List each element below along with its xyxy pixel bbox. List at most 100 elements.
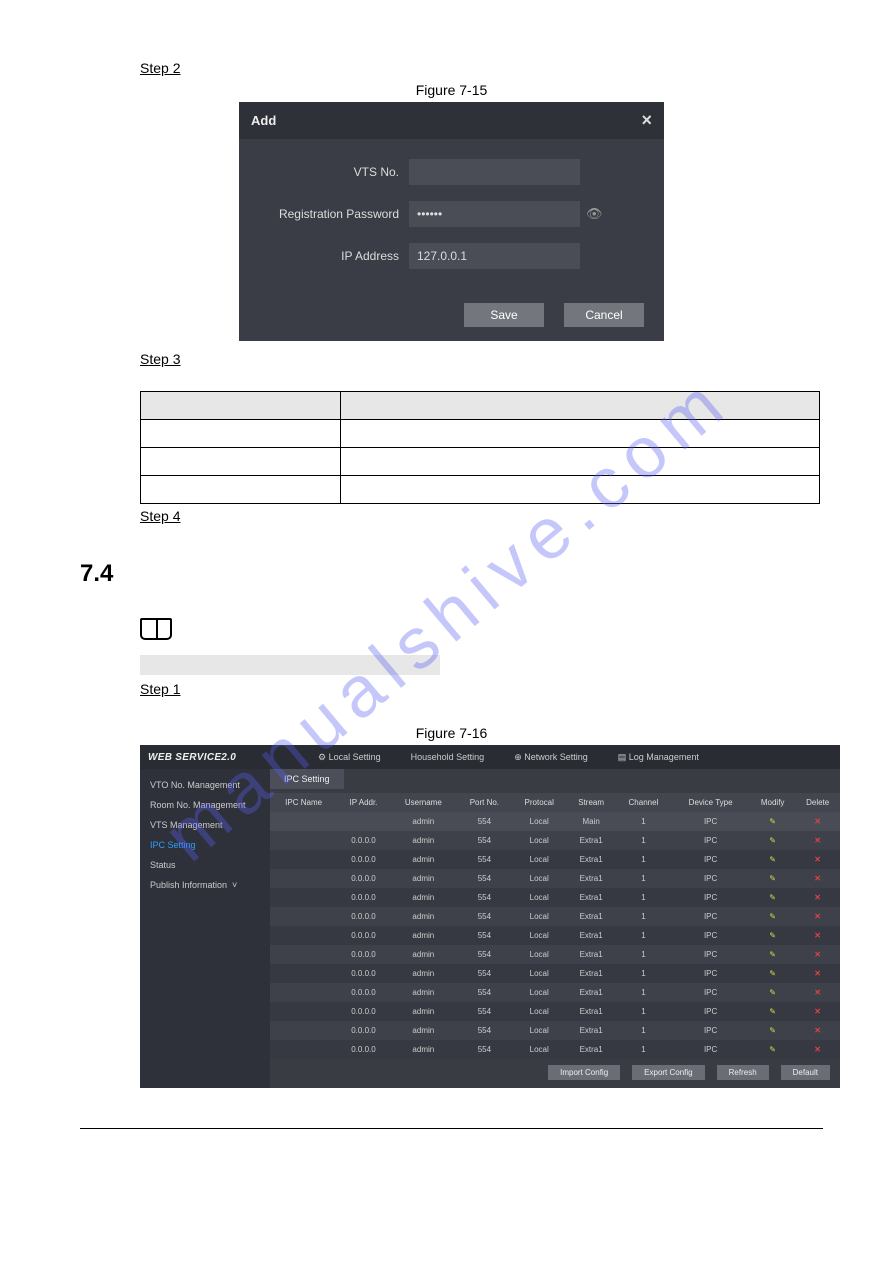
sidebar-ipc-setting[interactable]: IPC Setting: [140, 835, 270, 855]
ipc-cell: [270, 812, 337, 831]
delete-icon[interactable]: ✕: [814, 1007, 821, 1016]
modify-icon[interactable]: ✎: [769, 1026, 776, 1035]
ipc-cell: Main: [567, 812, 616, 831]
ipc-cell: [270, 1021, 337, 1040]
reg-password-label: Registration Password: [269, 207, 409, 221]
delete-icon[interactable]: ✕: [814, 893, 821, 902]
sidebar-status[interactable]: Status: [140, 855, 270, 875]
delete-icon[interactable]: ✕: [814, 817, 821, 826]
eye-icon[interactable]: 👁: [586, 206, 603, 222]
ipc-cell: 0.0.0.0: [337, 1002, 389, 1021]
ipc-cell: 1: [616, 983, 672, 1002]
ipc-cell: [270, 831, 337, 850]
reg-password-input[interactable]: [409, 201, 580, 227]
delete-icon[interactable]: ✕: [814, 988, 821, 997]
param-cell: [141, 476, 341, 504]
ipc-cell: Local: [512, 888, 567, 907]
modify-icon[interactable]: ✎: [769, 969, 776, 978]
ipc-cell: [270, 907, 337, 926]
delete-icon[interactable]: ✕: [814, 874, 821, 883]
ipc-cell: Extra1: [567, 1021, 616, 1040]
delete-icon[interactable]: ✕: [814, 931, 821, 940]
ipc-cell: Extra1: [567, 1040, 616, 1059]
ipc-cell: 554: [457, 869, 512, 888]
modify-icon[interactable]: ✎: [769, 836, 776, 845]
ipc-cell: 554: [457, 1040, 512, 1059]
ipc-col-header: Port No.: [457, 793, 512, 812]
ipc-cell: IPC: [671, 926, 750, 945]
param-header-2: [341, 392, 820, 420]
modify-icon[interactable]: ✎: [769, 893, 776, 902]
ipc-col-header: Username: [390, 793, 457, 812]
ipc-cell: IPC: [671, 812, 750, 831]
ipc-row: 0.0.0.0admin554LocalExtra11IPC✎✕: [270, 1040, 840, 1059]
modify-icon[interactable]: ✎: [769, 912, 776, 921]
ipc-row: 0.0.0.0admin554LocalExtra11IPC✎✕: [270, 983, 840, 1002]
ipc-cell: 554: [457, 964, 512, 983]
ipc-cell: Local: [512, 907, 567, 926]
refresh-button[interactable]: Refresh: [717, 1065, 769, 1080]
ipc-row: 0.0.0.0admin554LocalExtra11IPC✎✕: [270, 1002, 840, 1021]
nav-local-setting[interactable]: ⚙ Local Setting: [318, 752, 381, 763]
ipc-cell: Local: [512, 983, 567, 1002]
cancel-button[interactable]: Cancel: [564, 303, 644, 327]
ipc-cell: IPC: [671, 945, 750, 964]
nav-network-label: Network Setting: [524, 752, 588, 762]
ipc-cell: IPC: [671, 850, 750, 869]
sidebar-room-no[interactable]: Room No. Management: [140, 795, 270, 815]
ipc-setting-screenshot: WEB SERVICE2.0 ⚙ Local Setting Household…: [140, 745, 840, 1088]
ipc-row: admin554LocalMain1IPC✎✕: [270, 812, 840, 831]
delete-icon[interactable]: ✕: [814, 950, 821, 959]
ipc-cell: 1: [616, 812, 672, 831]
note-placeholder-bar: [140, 655, 440, 675]
ipc-cell: 1: [616, 869, 672, 888]
ipc-cell: Extra1: [567, 983, 616, 1002]
ipc-table: IPC NameIP Addr.UsernamePort No.Protocal…: [270, 793, 840, 1059]
ipc-cell: 1: [616, 1021, 672, 1040]
ip-address-input[interactable]: [409, 243, 580, 269]
modify-icon[interactable]: ✎: [769, 950, 776, 959]
ipc-cell: IPC: [671, 1040, 750, 1059]
dialog-header: Add ×: [239, 102, 664, 139]
sidebar-publish-info[interactable]: Publish Information ˅: [140, 875, 270, 895]
step3-label: Step 3: [140, 351, 180, 367]
modify-icon[interactable]: ✎: [769, 1007, 776, 1016]
delete-icon[interactable]: ✕: [814, 836, 821, 845]
ipc-cell: Local: [512, 926, 567, 945]
modify-icon[interactable]: ✎: [769, 817, 776, 826]
import-config-button[interactable]: Import Config: [548, 1065, 620, 1080]
default-button[interactable]: Default: [781, 1065, 830, 1080]
delete-icon[interactable]: ✕: [814, 1045, 821, 1054]
modify-icon[interactable]: ✎: [769, 855, 776, 864]
vts-no-input[interactable]: [409, 159, 580, 185]
modify-icon[interactable]: ✎: [769, 1045, 776, 1054]
export-config-button[interactable]: Export Config: [632, 1065, 704, 1080]
footer-rule: [80, 1128, 823, 1129]
modify-icon[interactable]: ✎: [769, 931, 776, 940]
nav-household-setting[interactable]: Household Setting: [411, 752, 485, 763]
ipc-cell: 554: [457, 850, 512, 869]
ipc-cell: 554: [457, 812, 512, 831]
ipc-cell: 554: [457, 831, 512, 850]
ipc-col-header: Channel: [616, 793, 672, 812]
save-button[interactable]: Save: [464, 303, 544, 327]
ipc-cell: Extra1: [567, 945, 616, 964]
param-cell: [341, 476, 820, 504]
nav-household-label: Household Setting: [411, 752, 485, 762]
ipc-cell: 1: [616, 831, 672, 850]
modify-icon[interactable]: ✎: [769, 874, 776, 883]
delete-icon[interactable]: ✕: [814, 855, 821, 864]
sidebar-vto-no[interactable]: VTO No. Management: [140, 775, 270, 795]
dialog-title: Add: [251, 113, 276, 128]
nav-log-management[interactable]: ▤ Log Management: [618, 752, 699, 763]
delete-icon[interactable]: ✕: [814, 1026, 821, 1035]
sidebar-vts[interactable]: VTS Management: [140, 815, 270, 835]
ipc-cell: admin: [390, 964, 457, 983]
delete-icon[interactable]: ✕: [814, 969, 821, 978]
modify-icon[interactable]: ✎: [769, 988, 776, 997]
close-icon[interactable]: ×: [641, 110, 652, 131]
ipc-cell: 1: [616, 1002, 672, 1021]
ipc-tab[interactable]: IPC Setting: [270, 769, 344, 789]
delete-icon[interactable]: ✕: [814, 912, 821, 921]
nav-network-setting[interactable]: ⊕ Network Setting: [514, 752, 588, 763]
